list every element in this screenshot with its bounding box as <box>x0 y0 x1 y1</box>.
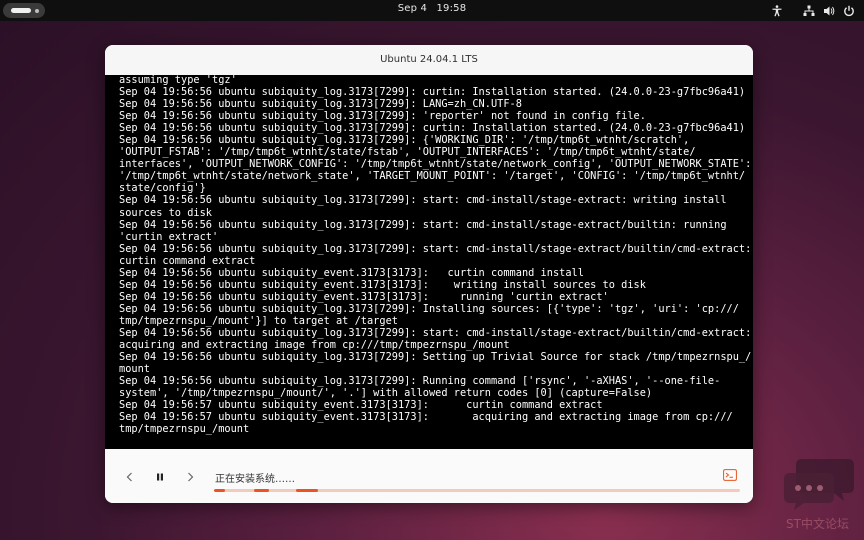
volume-icon[interactable] <box>822 4 836 18</box>
terminal-icon <box>723 469 737 481</box>
log-line: Sep 04 19:56:56 ubuntu subiquity_log.317… <box>119 326 752 339</box>
top-bar: Sep 4 19:58 <box>0 0 864 21</box>
log-line: Sep 04 19:56:56 ubuntu subiquity_log.317… <box>119 302 739 315</box>
window-titlebar[interactable]: Ubuntu 24.04.1 LTS <box>105 45 753 76</box>
log-line: acquiring and extracting image from cp:/… <box>119 339 510 352</box>
log-line: Sep 04 19:56:56 ubuntu subiquity_log.317… <box>119 134 690 147</box>
installer-window: Ubuntu 24.04.1 LTS assuming type 'tgz' Se… <box>105 45 753 503</box>
system-tray[interactable] <box>770 3 856 18</box>
toggle-log-button[interactable] <box>721 466 739 484</box>
log-line: 'curtin extract' <box>119 230 219 243</box>
install-status-text: 正在安装系统…… <box>215 474 295 485</box>
log-line: Sep 04 19:56:57 ubuntu subiquity_event.3… <box>119 399 603 412</box>
log-line: Sep 04 19:56:56 ubuntu subiquity_log.317… <box>119 242 752 255</box>
chevron-left-icon <box>126 472 132 482</box>
log-line: tmp/tmpezrnspu_/mount'}] to target at /t… <box>119 314 398 327</box>
install-log-terminal[interactable]: assuming type 'tgz' Sep 04 19:56:56 ubunt… <box>105 75 753 449</box>
back-button[interactable] <box>120 467 140 487</box>
accessibility-icon[interactable] <box>770 4 784 18</box>
progress-segment <box>254 489 269 492</box>
clock[interactable]: Sep 4 19:58 <box>0 3 864 14</box>
log-line: Sep 04 19:56:56 ubuntu subiquity_log.317… <box>119 375 721 388</box>
clock-time: 19:58 <box>436 3 467 14</box>
log-line: system', '/tmp/tmpezrnspu_/mount/', '.']… <box>119 387 653 400</box>
log-line: Sep 04 19:56:56 ubuntu subiquity_event.3… <box>119 290 609 303</box>
window-title: Ubuntu 24.04.1 LTS <box>380 54 478 65</box>
log-line: Sep 04 19:56:56 ubuntu subiquity_log.317… <box>119 218 727 231</box>
forum-watermark: ST中文论坛 <box>784 455 860 537</box>
chat-bubble-logo-icon <box>784 459 854 510</box>
log-line: Sep 04 19:56:56 ubuntu subiquity_log.317… <box>119 98 522 111</box>
log-line: Sep 04 19:56:56 ubuntu subiquity_log.317… <box>119 351 752 364</box>
log-line: mount <box>119 363 150 376</box>
forward-button[interactable] <box>180 467 200 487</box>
log-line: Sep 04 19:56:56 ubuntu subiquity_event.3… <box>119 266 584 279</box>
log-line: Sep 04 19:56:56 ubuntu subiquity_log.317… <box>119 194 727 207</box>
pause-button[interactable] <box>150 467 170 487</box>
log-line: Sep 04 19:56:56 ubuntu subiquity_log.317… <box>119 110 646 123</box>
power-icon[interactable] <box>842 4 856 18</box>
network-icon[interactable] <box>802 4 816 18</box>
progress-segment <box>296 489 318 492</box>
log-line: state/config'} <box>119 182 206 195</box>
pause-icon <box>157 473 163 481</box>
chevron-right-icon <box>188 472 194 482</box>
log-line: interfaces', 'OUTPUT_NETWORK_CONFIG': '/… <box>119 158 752 171</box>
install-progress-bar <box>214 489 740 492</box>
log-line: Sep 04 19:56:56 ubuntu subiquity_event.3… <box>119 278 646 291</box>
log-line: Sep 04 19:56:56 ubuntu subiquity_log.317… <box>119 122 746 135</box>
log-line: sources to disk <box>119 206 212 219</box>
log-line: Sep 04 19:56:56 ubuntu subiquity_log.317… <box>119 86 746 99</box>
log-line: 'OUTPUT_FSTAB': '/tmp/tmp6t_wtnht/state/… <box>119 146 696 159</box>
log-line: '/tmp/tmp6t_wtnht/state/network_state', … <box>119 170 746 183</box>
progress-segment <box>214 489 225 492</box>
log-line: Sep 04 19:56:57 ubuntu subiquity_event.3… <box>119 411 733 424</box>
log-lines: assuming type 'tgz' Sep 04 19:56:56 ubunt… <box>119 75 752 436</box>
clock-date: Sep 4 <box>397 3 428 14</box>
installer-footer: 正在安装系统…… <box>105 449 753 503</box>
watermark-text: ST中文论坛 <box>786 517 849 531</box>
log-line: tmp/tmpezrnspu_/mount <box>119 423 250 436</box>
log-line: assuming type 'tgz' <box>119 75 237 86</box>
log-line: curtin command extract <box>119 254 256 267</box>
